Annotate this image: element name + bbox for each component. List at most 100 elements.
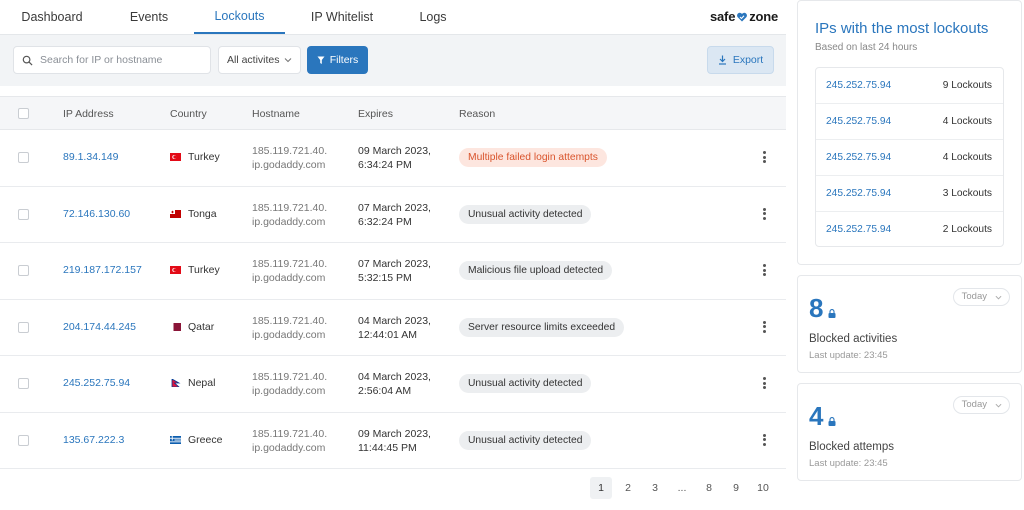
last-update-text: Last update: 23:45: [809, 350, 888, 361]
turkey-flag-icon: [170, 266, 181, 274]
nepal-flag-icon: [171, 379, 181, 387]
expires-time: 12:44:01 AM: [358, 328, 417, 341]
export-label: Export: [732, 54, 764, 66]
ip-link[interactable]: 135.67.222.3: [63, 434, 124, 446]
country-cell: Turkey: [170, 151, 220, 163]
blocked-activities-card: 8 Blocked activities Last update: 23:45 …: [797, 275, 1022, 373]
lockouts-table: IP Address Country Hostname Expires Reas…: [0, 96, 786, 469]
blocked-activities-count: 8: [809, 293, 824, 323]
period-dropdown[interactable]: Today: [952, 288, 1010, 306]
lockout-ip-link[interactable]: 245.252.75.94: [826, 188, 891, 199]
top-lockouts-list: 245.252.75.94 9 Lockouts 245.252.75.94 4…: [815, 67, 1004, 247]
chevron-down-icon: [995, 295, 1002, 300]
hostname-line-2: ip.godaddy.com: [252, 385, 326, 397]
hostname-line-1: 185.119.721.40.: [252, 145, 328, 157]
country-cell: Qatar: [170, 321, 214, 333]
search-box[interactable]: [13, 46, 211, 74]
expires-cell: 07 March 2023, 5:32:15 PM: [358, 257, 431, 285]
row-menu-icon[interactable]: [760, 431, 768, 449]
tab-logs[interactable]: Logs: [408, 0, 458, 34]
page-10-button[interactable]: 10: [752, 477, 774, 499]
row-menu-icon[interactable]: [760, 261, 768, 279]
tab-events[interactable]: Events: [118, 0, 180, 34]
lockout-count: 4 Lockouts: [942, 152, 992, 163]
country-name: Turkey: [188, 264, 220, 276]
row-checkbox[interactable]: [18, 152, 29, 163]
page-1-button[interactable]: 1: [590, 477, 612, 499]
chevron-down-icon: [284, 58, 292, 63]
chevron-down-icon: [995, 403, 1002, 408]
blocked-attempts-label: Blocked attemps: [809, 441, 895, 453]
country-cell: Turkey: [170, 264, 220, 276]
country-name: Tonga: [188, 207, 217, 220]
row-menu-icon[interactable]: [760, 205, 768, 223]
expires-cell: 04 March 2023, 12:44:01 AM: [358, 314, 431, 342]
lockout-ip-link[interactable]: 245.252.75.94: [826, 224, 891, 235]
top-nav: Dashboard Events Lockouts IP Whitelist L…: [0, 0, 786, 34]
tab-lockouts[interactable]: Lockouts: [194, 0, 285, 34]
qatar-flag-icon: [170, 322, 181, 331]
row-menu-icon[interactable]: [760, 374, 768, 392]
ip-link[interactable]: 72.146.130.60: [63, 208, 130, 220]
table-row: 245.252.75.94 Nepal 185.119.721.40. ip.go…: [0, 356, 786, 413]
tab-dashboard[interactable]: Dashboard: [12, 0, 92, 34]
hostname-cell: 185.119.721.40. ip.godaddy.com: [252, 370, 327, 398]
reason-badge: Unusual activity detected: [459, 374, 592, 393]
list-item: 245.252.75.94 2 Lockouts: [816, 212, 1003, 248]
page-2-button[interactable]: 2: [617, 477, 639, 499]
row-checkbox[interactable]: [18, 265, 29, 276]
tonga-flag-icon: [170, 209, 181, 218]
expires-cell: 09 March 2023, 11:44:45 PM: [358, 427, 431, 455]
ip-link[interactable]: 245.252.75.94: [63, 377, 130, 389]
page-ellipsis: ...: [677, 482, 687, 494]
hostname-line-1: 185.119.721.40.: [252, 371, 328, 383]
row-checkbox[interactable]: [18, 208, 29, 220]
reason-badge: Malicious file upload detected: [459, 261, 613, 280]
turkey-flag-icon: [170, 153, 181, 161]
export-icon: [718, 55, 726, 65]
expires-date: 04 March 2023,: [358, 314, 431, 327]
expires-cell: 07 March 2023, 6:32:24 PM: [358, 201, 431, 229]
hostname-cell: 185.119.721.40. ip.godaddy.com: [252, 427, 327, 455]
row-checkbox[interactable]: [18, 434, 29, 446]
activity-select[interactable]: All activites: [218, 46, 301, 74]
blocked-attempts-card: 4 Blocked attemps Last update: 23:45 Tod…: [797, 383, 1022, 481]
hostname-line-1: 185.119.721.40.: [252, 201, 328, 214]
hostname-line-2: ip.godaddy.com: [252, 215, 326, 228]
row-checkbox[interactable]: [18, 378, 29, 389]
country-name: Nepal: [188, 377, 216, 389]
ip-link[interactable]: 204.174.44.245: [63, 321, 136, 333]
page-9-button[interactable]: 9: [725, 477, 747, 499]
select-all-checkbox[interactable]: [18, 108, 29, 119]
lockout-count: 4 Lockouts: [942, 116, 992, 127]
activity-select-value: All activites: [227, 54, 280, 66]
hostname-cell: 185.119.721.40. ip.godaddy.com: [252, 314, 327, 342]
safezone-logo: safe zone: [710, 9, 778, 24]
reason-badge: Unusual activity detected: [459, 204, 592, 224]
export-button[interactable]: Export: [707, 46, 774, 74]
tab-ip-whitelist[interactable]: IP Whitelist: [302, 0, 382, 34]
table-row: 204.174.44.245 Qatar 185.119.721.40. ip.g…: [0, 300, 786, 356]
period-dropdown[interactable]: Today: [952, 396, 1010, 414]
hostname-cell: 185.119.721.40. ip.godaddy.com: [252, 201, 327, 229]
period-value: Today: [961, 399, 987, 410]
blocked-attempts-count: 4: [809, 401, 824, 431]
ip-link[interactable]: 219.187.172.157: [63, 264, 142, 276]
row-menu-icon[interactable]: [760, 148, 768, 166]
header-country: Country: [170, 108, 207, 120]
expires-cell: 04 March 2023, 2:56:04 AM: [358, 370, 431, 398]
row-menu-icon[interactable]: [760, 318, 768, 336]
page-8-button[interactable]: 8: [698, 477, 720, 499]
lockout-count: 3 Lockouts: [942, 188, 992, 199]
lockout-ip-link[interactable]: 245.252.75.94: [826, 152, 891, 163]
lockout-ip-link[interactable]: 245.252.75.94: [826, 80, 891, 91]
header-ip: IP Address: [63, 108, 114, 120]
ip-link[interactable]: 89.1.34.149: [63, 151, 118, 163]
row-checkbox[interactable]: [18, 321, 29, 333]
filters-button[interactable]: Filters: [307, 46, 368, 74]
lockout-ip-link[interactable]: 245.252.75.94: [826, 116, 891, 127]
lockout-count: 9 Lockouts: [942, 80, 992, 91]
expires-date: 07 March 2023,: [358, 201, 431, 214]
search-input[interactable]: [40, 54, 200, 66]
page-3-button[interactable]: 3: [644, 477, 666, 499]
